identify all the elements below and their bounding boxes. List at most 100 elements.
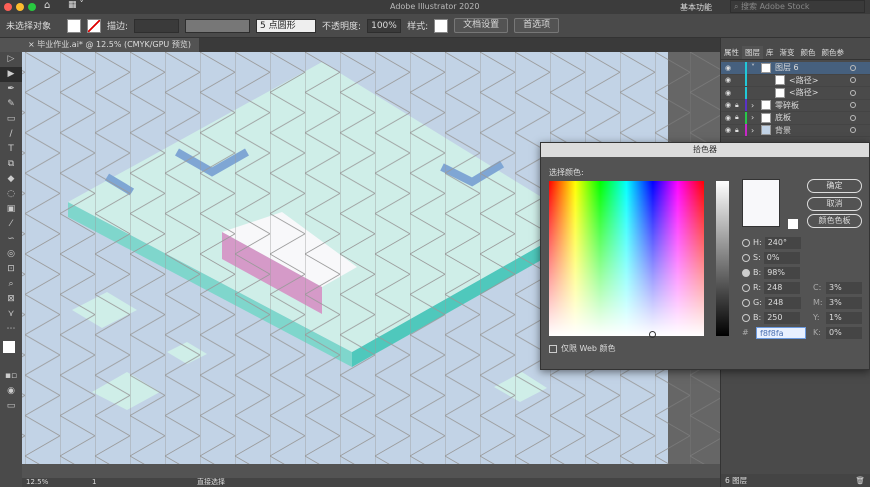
layer-row[interactable]: ◉ <路径> xyxy=(721,74,870,87)
warp-tool-icon[interactable]: ⋎ xyxy=(0,307,22,322)
g-input[interactable]: 248 xyxy=(764,296,801,309)
stroke-weight-input[interactable] xyxy=(134,18,180,33)
visibility-eye-icon[interactable]: ◉ xyxy=(721,114,735,122)
color-field[interactable] xyxy=(549,181,704,338)
lock-icon[interactable]: 🔒︎ xyxy=(735,113,745,122)
hex-input[interactable]: f8f8fa xyxy=(756,326,806,339)
curvature-tool-icon[interactable]: ✎ xyxy=(0,97,22,112)
lasso-tool-icon[interactable]: ◌ xyxy=(0,187,22,202)
delete-layer-icon[interactable]: 🗑︎ xyxy=(855,474,865,487)
out-of-gamut-swatch[interactable] xyxy=(788,219,798,229)
visibility-eye-icon[interactable]: ◉ xyxy=(721,126,735,134)
opacity-input[interactable]: 100% xyxy=(367,18,402,33)
color-field-cursor[interactable] xyxy=(649,331,656,338)
chevron-right-icon[interactable]: › xyxy=(751,126,761,135)
m-input[interactable]: 3% xyxy=(826,296,862,309)
k-input[interactable]: 0% xyxy=(826,326,862,339)
target-icon[interactable] xyxy=(850,114,856,121)
current-tool-status[interactable]: 直接选择 xyxy=(197,478,225,487)
tab-properties[interactable]: 属性 xyxy=(721,46,742,59)
lock-icon[interactable]: 🔒︎ xyxy=(735,101,745,110)
gradient-tool-icon[interactable]: ▣ xyxy=(0,202,22,217)
layer-row[interactable]: ◉ 🔒︎ › 背景 xyxy=(721,124,870,137)
fill-stroke-icon[interactable] xyxy=(0,341,22,369)
fill-swatch[interactable] xyxy=(67,18,81,33)
crop-tool-icon[interactable]: ⊠ xyxy=(0,292,22,307)
brush-select[interactable]: 5 点圆形 xyxy=(256,18,317,33)
s-input[interactable]: 0% xyxy=(763,251,800,264)
artboard-tool-icon[interactable]: ⊡ xyxy=(0,262,22,277)
cancel-button[interactable]: 取消 xyxy=(807,197,862,211)
tab-layers[interactable]: 图层 xyxy=(742,46,763,59)
stock-search-input[interactable]: ⌕ 搜索 Adobe Stock xyxy=(730,0,865,13)
draw-mode-icon[interactable]: ◉ xyxy=(0,384,22,399)
artboard-number[interactable]: 1 xyxy=(92,478,96,487)
visibility-eye-icon[interactable]: ◉ xyxy=(721,64,735,72)
c-input[interactable]: 3% xyxy=(826,281,862,294)
scale-tool-icon[interactable]: ⧉ xyxy=(0,157,22,172)
document-tab[interactable]: × 毕业作业.ai* @ 12.5% (CMYK/GPU 预览) xyxy=(20,38,199,52)
workspace-layout-icon[interactable]: ▦ ˅ xyxy=(68,0,84,10)
b-input[interactable]: 98% xyxy=(764,266,801,279)
home-icon[interactable]: ⌂ xyxy=(44,0,50,11)
selection-tool-icon[interactable]: ▷ xyxy=(0,52,22,67)
zoom-level[interactable]: 12.5% xyxy=(26,478,48,487)
target-icon[interactable] xyxy=(850,89,856,96)
layer-row[interactable]: ◉ 🔒︎ › 零碎板 xyxy=(721,99,870,112)
zoom-tool-icon[interactable]: ⌕ xyxy=(0,277,22,292)
maximize-window-button[interactable] xyxy=(28,3,36,11)
type-tool-icon[interactable]: T xyxy=(0,142,22,157)
preferences-button[interactable]: 首选项 xyxy=(514,18,560,33)
screen-mode-icon[interactable]: ▭ xyxy=(0,399,22,414)
direct-selection-tool-icon[interactable]: ▶ xyxy=(0,67,22,82)
target-icon[interactable] xyxy=(850,127,856,134)
chevron-right-icon[interactable]: › xyxy=(751,113,761,122)
variable-width-select[interactable] xyxy=(185,18,251,33)
tab-libraries[interactable]: 库 xyxy=(763,46,777,59)
target-icon[interactable] xyxy=(850,77,856,84)
tab-color[interactable]: 颜色 xyxy=(798,46,819,59)
color-mode-icon[interactable]: ▪▫ xyxy=(0,369,22,384)
visibility-eye-icon[interactable]: ◉ xyxy=(721,101,735,109)
b-radio[interactable] xyxy=(742,268,750,277)
y-input[interactable]: 1% xyxy=(826,311,862,324)
document-setup-button[interactable]: 文档设置 xyxy=(454,18,509,33)
rectangle-tool-icon[interactable]: ▭ xyxy=(0,112,22,127)
minimize-window-button[interactable] xyxy=(16,3,24,11)
layer-row[interactable]: ◉ ˅ 图层 6 xyxy=(721,61,870,75)
workspace-switcher[interactable]: 基本功能 xyxy=(680,2,712,13)
blue-input[interactable]: 250 xyxy=(764,311,801,324)
chevron-down-icon[interactable]: ˅ xyxy=(751,63,761,72)
target-icon[interactable] xyxy=(850,64,856,71)
blue-radio[interactable] xyxy=(742,313,750,322)
more-tools-icon[interactable]: ⋯ xyxy=(0,322,22,337)
g-radio[interactable] xyxy=(742,298,750,307)
h-radio[interactable] xyxy=(742,238,750,247)
blend-tool-icon[interactable]: ∽ xyxy=(0,232,22,247)
tab-color-guide[interactable]: 颜色参 xyxy=(819,46,848,59)
visibility-eye-icon[interactable]: ◉ xyxy=(721,76,735,84)
eraser-tool-icon[interactable]: ◆ xyxy=(0,172,22,187)
chevron-right-icon[interactable]: › xyxy=(751,101,761,110)
ok-button[interactable]: 确定 xyxy=(807,179,862,193)
color-swatches-button[interactable]: 颜色色板 xyxy=(807,214,862,228)
style-swatch[interactable] xyxy=(434,18,449,33)
r-input[interactable]: 248 xyxy=(764,281,801,294)
visibility-eye-icon[interactable]: ◉ xyxy=(721,89,735,97)
web-colors-only-checkbox[interactable]: 仅限 Web 颜色 xyxy=(549,343,616,354)
h-input[interactable]: 240° xyxy=(764,236,801,249)
tab-gradient[interactable]: 渐变 xyxy=(777,46,798,59)
lock-icon[interactable]: 🔒︎ xyxy=(735,126,745,135)
eyedropper-tool-icon[interactable]: ⁄ xyxy=(0,217,22,232)
shape-builder-tool-icon[interactable]: ◎ xyxy=(0,247,22,262)
layer-row[interactable]: ◉ 🔒︎ › 底板 xyxy=(721,111,870,125)
pen-tool-icon[interactable]: ✒ xyxy=(0,82,22,97)
layer-row[interactable]: ◉ <路径> xyxy=(721,86,870,100)
hue-slider[interactable] xyxy=(716,181,729,336)
paintbrush-tool-icon[interactable]: / xyxy=(0,127,22,142)
close-window-button[interactable] xyxy=(4,3,12,11)
checkbox-icon[interactable] xyxy=(549,344,557,353)
r-radio[interactable] xyxy=(742,283,750,292)
target-icon[interactable] xyxy=(850,102,856,109)
s-radio[interactable] xyxy=(742,253,750,262)
